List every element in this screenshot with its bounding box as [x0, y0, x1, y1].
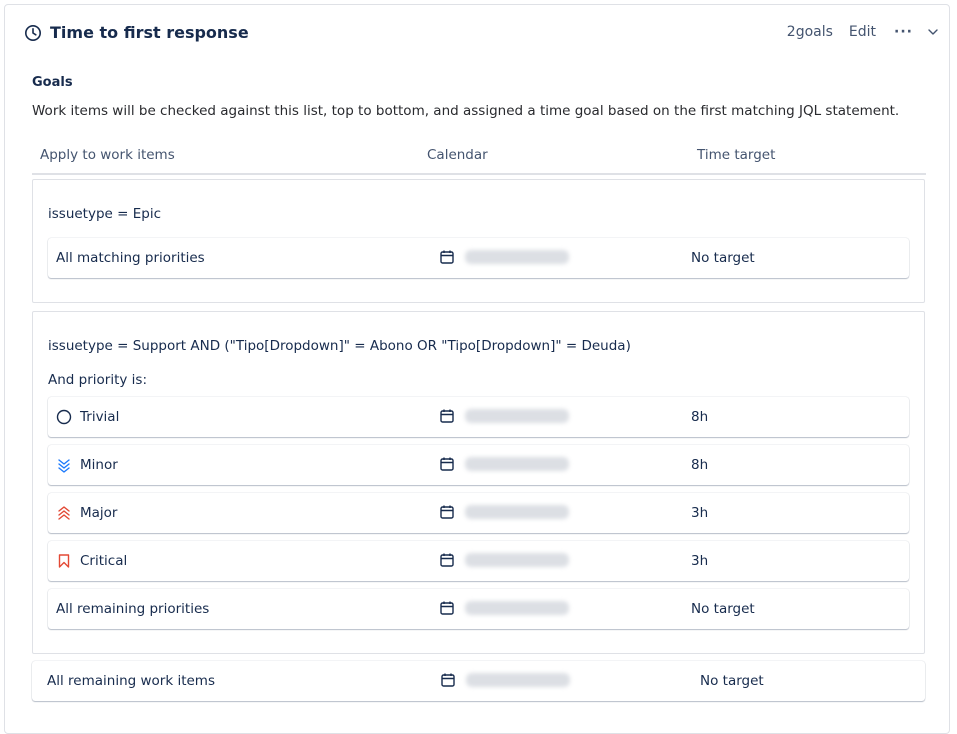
major-priority-icon [58, 506, 70, 520]
calendar-name-redacted [465, 457, 569, 471]
calendar-name-redacted [466, 673, 570, 687]
row-label: All remaining priorities [56, 601, 210, 617]
row-name: Trivial [56, 409, 119, 425]
jql-statement: issuetype = Support AND ("Tipo[Dropdown]… [48, 338, 631, 354]
column-apply: Apply to work items [40, 147, 175, 163]
minor-priority-icon [58, 459, 70, 473]
calendar-cell [439, 600, 569, 616]
calendar-icon [440, 457, 454, 471]
calendar-icon [440, 409, 454, 423]
goal-row-trivial[interactable]: Trivial 8h [48, 397, 909, 437]
goal-row-remaining-priorities[interactable]: All remaining priorities No target [48, 589, 909, 629]
row-name: Minor [56, 457, 118, 473]
calendar-cell [439, 249, 569, 265]
goals-count: 2goals [786, 24, 833, 40]
goal-row-major[interactable]: Major 3h [48, 493, 909, 533]
row-label: All matching priorities [56, 250, 205, 266]
goal-group-support: issuetype = Support AND ("Tipo[Dropdown]… [32, 311, 925, 654]
calendar-cell [439, 504, 569, 520]
goal-group-epic: issuetype = Epic All matching priorities… [32, 179, 925, 303]
calendar-icon [440, 553, 454, 567]
priority-label: And priority is: [48, 372, 147, 388]
edit-button[interactable]: Edit [849, 24, 876, 40]
time-target: No target [700, 673, 764, 689]
row-name: Critical [56, 553, 127, 569]
goal-row[interactable]: All matching priorities No target [48, 238, 909, 278]
row-label: Critical [80, 553, 128, 569]
jql-statement: issuetype = Epic [48, 206, 162, 222]
row-name: Major [56, 505, 117, 521]
row-name: All remaining priorities [56, 601, 209, 617]
calendar-cell [439, 552, 569, 568]
calendar-icon [440, 505, 454, 519]
column-calendar: Calendar [427, 147, 488, 163]
calendar-name-redacted [465, 409, 569, 423]
goal-row-minor[interactable]: Minor 8h [48, 445, 909, 485]
calendar-cell [439, 408, 569, 424]
trivial-priority-icon [56, 409, 72, 425]
calendar-name-redacted [465, 250, 569, 264]
goal-row-critical[interactable]: Critical 3h [48, 541, 909, 581]
calendar-icon [441, 673, 455, 687]
clock-icon [25, 24, 41, 41]
chevron-down-icon[interactable] [927, 26, 939, 38]
goals-description: Work items will be checked against this … [32, 103, 900, 119]
calendar-icon [440, 250, 454, 264]
card-header: Time to first response 2goals Edit ··· [5, 5, 949, 61]
calendar-name-redacted [465, 553, 569, 567]
critical-priority-icon [58, 554, 70, 568]
calendar-name-redacted [465, 601, 569, 615]
card-title: Time to first response [50, 23, 249, 42]
sla-goal-card: Time to first response 2goals Edit ··· G… [4, 4, 950, 734]
row-label: Major [80, 505, 118, 521]
time-target: No target [691, 601, 755, 617]
row-name: All matching priorities [56, 250, 205, 266]
calendar-icon [440, 601, 454, 615]
time-target: 8h [691, 409, 709, 425]
row-label: Trivial [80, 409, 120, 425]
time-target: 8h [691, 457, 709, 473]
column-time-target: Time target [697, 147, 776, 163]
calendar-name-redacted [465, 505, 569, 519]
calendar-cell [440, 672, 570, 688]
time-target: 3h [691, 553, 709, 569]
header-actions: 2goals Edit ··· [787, 24, 939, 40]
more-actions-button[interactable]: ··· [894, 24, 913, 40]
goal-row-remaining-work-items[interactable]: All remaining work items No target [32, 661, 925, 701]
row-label: Minor [80, 457, 118, 473]
calendar-cell [439, 456, 569, 472]
time-target: 3h [691, 505, 709, 521]
row-label: All remaining work items [47, 673, 215, 689]
title-wrap: Time to first response [24, 23, 249, 42]
goals-heading: Goals [32, 75, 73, 90]
time-target: No target [691, 250, 755, 266]
column-headers: Apply to work items Calendar Time target [32, 143, 926, 175]
